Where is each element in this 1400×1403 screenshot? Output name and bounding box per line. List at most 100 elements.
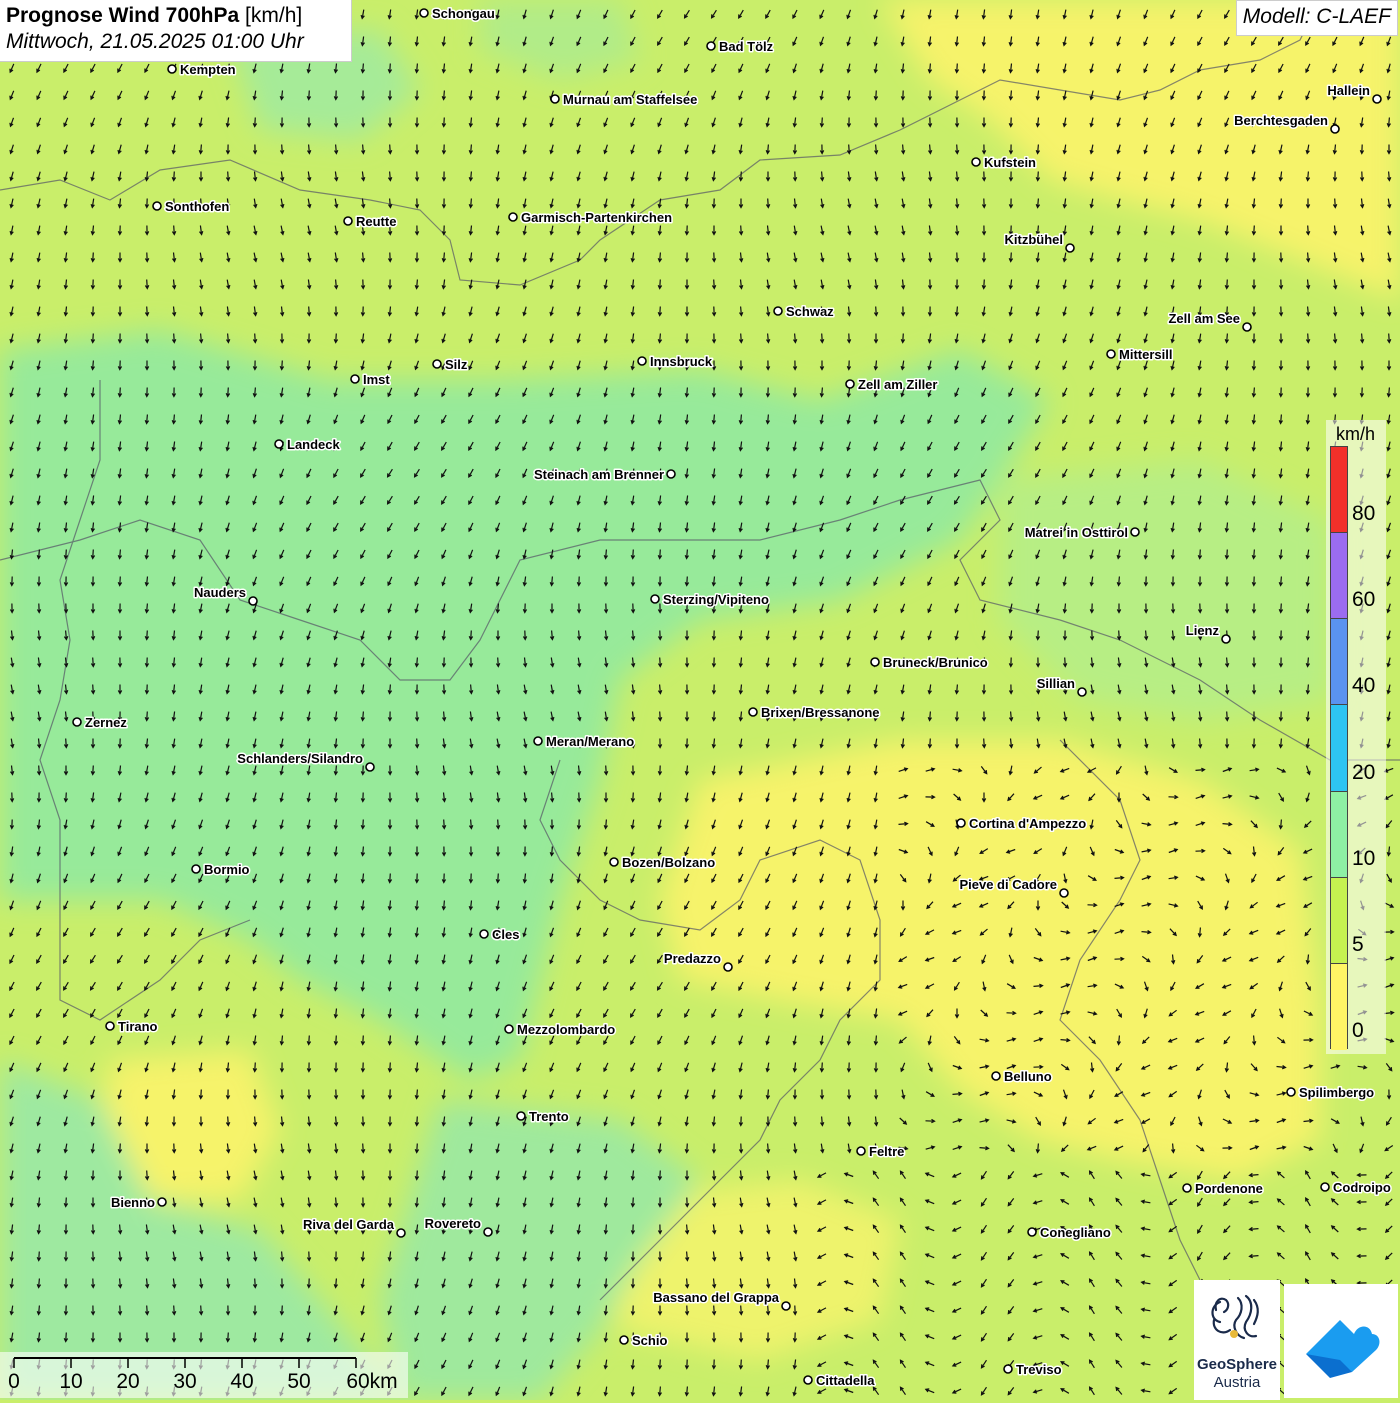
city-label: Cortina d'Ampezzo	[969, 816, 1086, 831]
city-label: Belluno	[1004, 1069, 1052, 1084]
city-marker: Zell am Ziller	[845, 376, 939, 394]
city-dot	[1106, 349, 1116, 359]
forecast-datetime: Mittwoch, 21.05.2025 01:00 Uhr	[6, 30, 304, 53]
city-label: Predazzo	[664, 951, 721, 966]
map-title: Prognose Wind 700hPa [km/h]	[6, 4, 345, 28]
city-dot	[1003, 1364, 1013, 1374]
city-label: Mittersill	[1119, 347, 1172, 362]
city-dot	[508, 212, 518, 222]
scale-label: 10	[59, 1370, 83, 1393]
city-label: Brixen/Bressanone	[761, 705, 880, 720]
legend-label: 5	[1352, 932, 1364, 956]
city-dot	[650, 594, 660, 604]
city-label: Rovereto	[425, 1216, 481, 1231]
city-dot	[956, 818, 966, 828]
weather-app-logo	[1284, 1284, 1398, 1398]
city-label: Zell am See	[1168, 311, 1240, 326]
city-label: Matrei in Osttirol	[1025, 525, 1128, 540]
city-marker: Cortina d'Ampezzo	[956, 815, 1088, 833]
city-dot	[845, 379, 855, 389]
city-marker: Bruneck/Brunico	[870, 654, 989, 672]
city-dot	[609, 857, 619, 867]
city-dot	[971, 157, 981, 167]
city-dot	[1027, 1227, 1037, 1237]
city-dot	[773, 306, 783, 316]
city-label: Kempten	[180, 62, 236, 77]
city-dot	[152, 201, 162, 211]
city-marker: Murnau am Staffelsee	[550, 91, 699, 109]
geosphere-logo: GeoSphere Austria	[1194, 1280, 1280, 1400]
city-marker: Sterzing/Vipiteno	[650, 591, 770, 609]
city-label: Cles	[492, 927, 519, 942]
scale-label: 20	[116, 1370, 140, 1393]
city-label: Bozen/Bolzano	[622, 855, 715, 870]
legend-swatch	[1331, 533, 1347, 620]
city-label: Pieve di Cadore	[959, 877, 1057, 892]
city-label: Schongau	[432, 6, 495, 21]
legend-label: 20	[1352, 760, 1376, 784]
city-dot	[419, 8, 429, 18]
legend-label: 10	[1352, 846, 1376, 870]
city-label: Mezzolombardo	[517, 1022, 615, 1037]
city-label: Berchtesgaden	[1234, 113, 1328, 128]
city-label: Schwaz	[786, 304, 834, 319]
city-label: Hallein	[1327, 83, 1370, 98]
city-label: Steinach am Brenner	[534, 467, 664, 482]
model-label: Modell: C-LAEF	[1235, 0, 1398, 36]
city-label: Treviso	[1016, 1362, 1062, 1377]
city-marker: Meran/Merano	[533, 733, 636, 751]
city-dot	[870, 657, 880, 667]
city-dot	[1372, 94, 1382, 104]
city-label: Nauders	[194, 585, 246, 600]
legend-label: 40	[1352, 674, 1376, 698]
scale-label: 40	[230, 1370, 254, 1393]
city-marker: Conegliano	[1027, 1224, 1112, 1242]
legend-swatch	[1331, 877, 1347, 964]
city-marker: Steinach am Brenner	[532, 466, 676, 484]
city-dot	[504, 1024, 514, 1034]
city-label: Bienno	[111, 1195, 155, 1210]
city-dot	[516, 1111, 526, 1121]
city-dot	[396, 1228, 406, 1238]
city-dot	[666, 469, 676, 479]
map-title-unit: [km/h]	[245, 4, 303, 27]
city-label: Riva del Garda	[303, 1217, 395, 1232]
city-label: Tirano	[118, 1019, 158, 1034]
city-label: Landeck	[287, 437, 341, 452]
city-label: Schlanders/Silandro	[237, 751, 363, 766]
city-marker: Bozen/Bolzano	[609, 854, 717, 872]
city-dot	[856, 1146, 866, 1156]
scale-bar: 0 10 20 30 40 50 60km	[0, 1352, 408, 1398]
city-label: Kitzbühel	[1005, 232, 1064, 247]
map-title-box: Prognose Wind 700hPa [km/h] Mittwoch, 21…	[0, 0, 352, 62]
city-dot	[157, 1197, 167, 1207]
city-dot	[432, 359, 442, 369]
city-dot	[637, 356, 647, 366]
city-label: Silz	[445, 357, 468, 372]
city-dot	[803, 1375, 813, 1385]
legend-swatch	[1331, 447, 1347, 534]
city-dot	[619, 1335, 629, 1345]
city-label: Schio	[632, 1333, 667, 1348]
city-label: Garmisch-Partenkirchen	[521, 210, 672, 225]
city-dot	[248, 596, 258, 606]
city-label: Cittadella	[816, 1373, 875, 1388]
wind-map: Schongau Bad Tölz Kempten Murnau am Staffel…	[0, 0, 1400, 1400]
city-dot	[706, 41, 716, 51]
city-marker: Schongau	[419, 5, 496, 23]
city-dot	[343, 216, 353, 226]
city-dot	[191, 864, 201, 874]
city-dot	[550, 94, 560, 104]
city-dot	[105, 1021, 115, 1031]
city-marker: Matrei in Osttirol	[1023, 524, 1140, 542]
city-dot	[274, 439, 284, 449]
map-title-text: Prognose Wind 700hPa	[6, 4, 240, 27]
city-marker: Sonthofen	[152, 198, 231, 216]
city-label: Murnau am Staffelsee	[563, 92, 697, 107]
city-dot	[365, 762, 375, 772]
legend-swatch	[1331, 963, 1347, 1050]
city-dot	[1182, 1183, 1192, 1193]
city-label: Conegliano	[1040, 1225, 1111, 1240]
cloud-mountain-icon	[1306, 1320, 1380, 1378]
city-dot	[533, 736, 543, 746]
